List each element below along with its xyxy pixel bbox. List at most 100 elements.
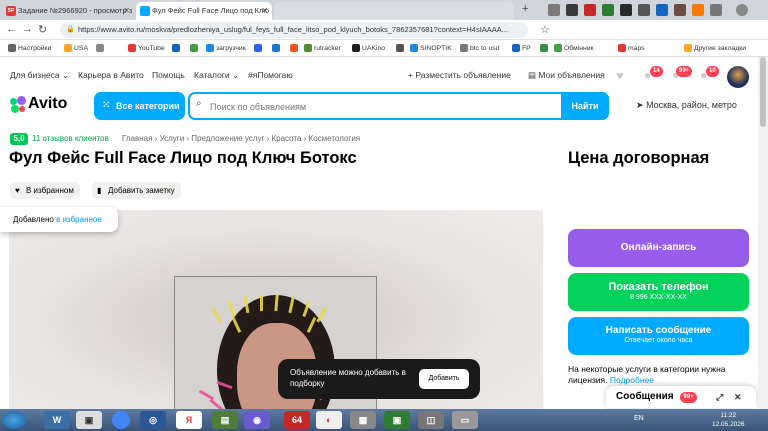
favorite-chip[interactable]: ♥ В избранном <box>10 182 80 199</box>
yandex-icon[interactable]: Я <box>176 411 202 429</box>
extension-icon[interactable] <box>548 4 560 16</box>
messages-badge: 99+ <box>676 66 693 77</box>
extension-icon[interactable] <box>566 4 578 16</box>
expand-icon[interactable]: ⤢ <box>716 386 723 408</box>
start-button[interactable] <box>2 411 26 429</box>
bookmark-item[interactable]: SINOPTIK <box>410 40 452 57</box>
add-to-collection-button[interactable]: Добавить <box>419 369 469 389</box>
notifications-badge: 14 <box>650 66 663 77</box>
page-scrollbar[interactable] <box>758 57 768 409</box>
show-phone-button[interactable]: Показать телефон 8 996 XXX-XX-XX <box>568 273 749 311</box>
profile-avatar-icon[interactable] <box>736 4 748 16</box>
add-to-collection-toast: Объявление можно добавить в подборку Доб… <box>278 359 480 399</box>
new-tab-icon[interactable]: + <box>522 3 528 15</box>
bookmark-item[interactable]: Другие закладки <box>684 40 746 57</box>
help-link[interactable]: Помощь <box>152 70 185 80</box>
sinoptik-icon <box>410 44 418 52</box>
page-icon <box>540 44 548 52</box>
breadcrumb[interactable]: Главная › Услуги › Предложение услуг › К… <box>122 134 360 143</box>
search-input[interactable] <box>210 99 560 114</box>
extension-icon[interactable] <box>656 4 668 16</box>
favorites-heart-icon[interactable]: ♥ <box>616 68 624 83</box>
avito-logo[interactable]: Avito <box>10 95 67 113</box>
heart-icon: ♥ <box>15 186 20 195</box>
forward-icon[interactable]: → <box>22 23 33 35</box>
extension-icon[interactable] <box>620 4 632 16</box>
bookmark-item[interactable]: загрузчик <box>206 40 246 57</box>
catalogs-link[interactable]: Каталоги ⌄ <box>194 70 239 81</box>
folder-icon <box>684 44 692 52</box>
taskbar-app-icon[interactable]: ▣ <box>384 411 410 429</box>
search-button[interactable]: Найти <box>561 92 609 120</box>
favorites-link[interactable]: в избранное <box>56 215 102 224</box>
search-icon: ⌕ <box>196 98 202 109</box>
uakino-icon <box>352 44 360 52</box>
for-business-link[interactable]: Для бизнеса ⌄ <box>10 70 69 81</box>
browser-tab-blurred[interactable] <box>274 2 514 20</box>
more-link[interactable]: Подробнее <box>610 375 654 385</box>
url-field[interactable]: 🔒 https://www.avito.ru/moskva/predlozhen… <box>60 22 528 38</box>
taskbar-app-icon[interactable]: ◐ <box>316 411 342 429</box>
extension-icon[interactable] <box>710 4 722 16</box>
close-icon[interactable]: ✕ <box>734 386 742 408</box>
location-selector[interactable]: ➤ Москва, район, метро <box>636 100 737 111</box>
reply-time: Отвечает около часа <box>624 337 693 344</box>
url-text: https://www.avito.ru/moskva/predlozheniy… <box>78 25 509 34</box>
my-ads-link[interactable]: ▤ Мои объявления <box>528 70 605 81</box>
user-avatar[interactable] <box>727 66 749 88</box>
close-tab-icon[interactable]: ✕ <box>261 2 268 20</box>
taskbar-app-64[interactable]: 64 <box>284 411 310 429</box>
bookmark-item[interactable]: btc to usd <box>460 40 499 57</box>
page-icon <box>272 44 280 52</box>
add-note-chip[interactable]: ▮ Добавить заметку <box>92 182 181 199</box>
taskbar-app-icon[interactable]: ▭ <box>452 411 478 429</box>
language-indicator[interactable]: EN <box>634 415 644 422</box>
ipomogayu-link[interactable]: #яПомогаю <box>248 70 293 80</box>
book-online-button[interactable]: Онлайн-запись <box>568 229 749 267</box>
extension-icon[interactable] <box>692 4 704 16</box>
extension-icon[interactable] <box>584 4 596 16</box>
bookmark-star-icon[interactable]: ☆ <box>540 23 550 36</box>
browser-tab-task[interactable]: SP Задание №2966920 - просмотр з ✕ <box>2 2 134 20</box>
extension-icon[interactable] <box>674 4 686 16</box>
bookmark-item[interactable]: FP <box>512 40 531 57</box>
reviews-link[interactable]: 11 отзывов клиентов <box>32 134 109 143</box>
needle-shape <box>260 295 263 311</box>
bookmark-item[interactable]: USA <box>64 40 88 57</box>
write-message-button[interactable]: Написать сообщение Отвечает около часа <box>568 317 749 355</box>
taskbar-app-icon[interactable]: W <box>44 411 70 429</box>
bookmark-item[interactable]: YouTube <box>128 40 165 57</box>
bookmark-item[interactable]: maps <box>618 40 645 57</box>
favorite-added-toast: Добавлено в избранное <box>0 207 118 232</box>
close-tab-icon[interactable]: ✕ <box>123 2 130 20</box>
career-link[interactable]: Карьера в Авито <box>78 70 144 80</box>
back-icon[interactable]: ← <box>6 23 17 35</box>
maps-icon <box>618 44 626 52</box>
chrome-icon[interactable] <box>112 411 130 429</box>
taskbar-app-icon[interactable]: ▦ <box>350 411 376 429</box>
system-clock[interactable]: 11:22 12.05.2026 <box>712 411 745 429</box>
taskbar-app-icon[interactable]: ▤ <box>212 411 238 429</box>
bookmark-item[interactable]: Обмінник <box>554 40 594 57</box>
ltc-extension-icon[interactable] <box>638 4 650 16</box>
location-arrow-icon: ➤ <box>636 100 644 110</box>
browser-tab-strip: SP Задание №2966920 - просмотр з ✕ Фул Ф… <box>0 0 768 20</box>
scrollbar-thumb[interactable] <box>760 57 766 127</box>
bookmark-item[interactable]: rutracker <box>304 40 341 57</box>
search-box: ⌕ Найти <box>188 92 609 120</box>
messages-panel[interactable]: Сообщения 99+ ⤢ ✕ <box>606 386 756 408</box>
tab-label: Задание №2966920 - просмотр з <box>18 6 133 15</box>
taskbar-app-icon[interactable]: ▣ <box>76 411 102 429</box>
browser-tab-avito[interactable]: Фул Фейс Full Face Лицо под Клю ✕ <box>136 2 272 20</box>
post-ad-link[interactable]: + Разместить объявление <box>408 70 511 80</box>
taskbar-app-icon[interactable]: ◉ <box>244 411 270 429</box>
rating-badge: 5,0 <box>10 133 28 145</box>
tab-label: Фул Фейс Full Face Лицо под Клю <box>152 6 270 15</box>
bookmark-item[interactable]: Настройки <box>8 40 51 57</box>
taskbar-app-icon[interactable]: ◎ <box>140 411 166 429</box>
extension-icon[interactable] <box>602 4 614 16</box>
taskbar-app-icon[interactable]: ◫ <box>418 411 444 429</box>
reload-icon[interactable]: ↻ <box>38 23 47 36</box>
all-categories-button[interactable]: ⁙ Все категории <box>94 92 185 120</box>
bookmark-item[interactable]: UAKino <box>352 40 385 57</box>
